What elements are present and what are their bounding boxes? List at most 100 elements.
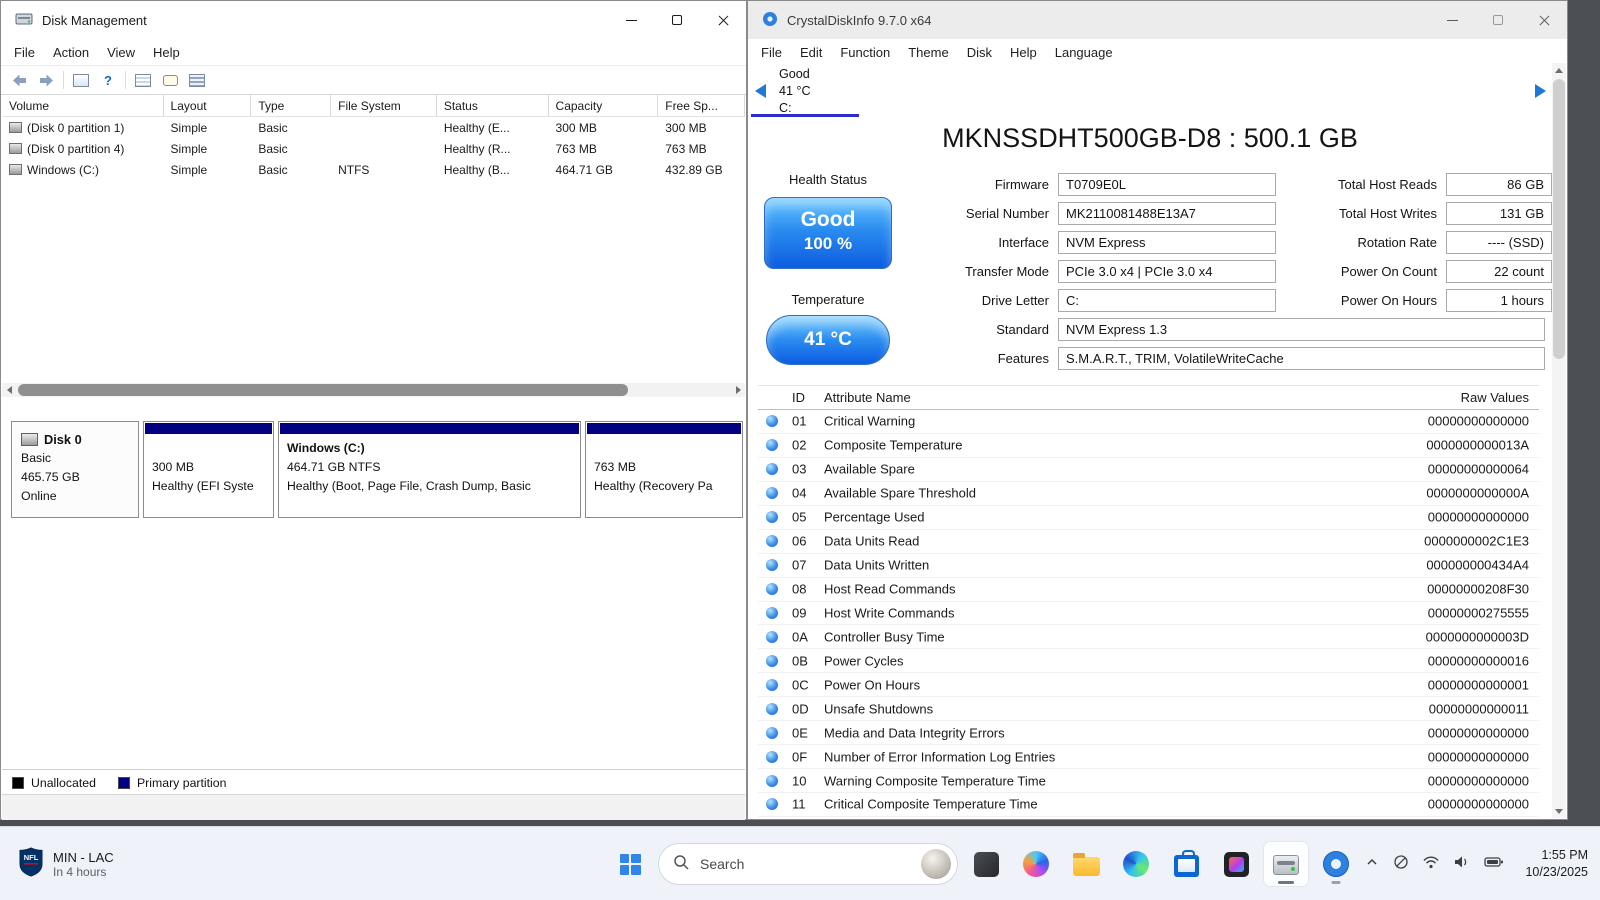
smart-attribute-row[interactable]: 06 Data Units Read 0000000002C1E3 [758, 530, 1539, 554]
smart-attribute-row[interactable]: 07 Data Units Written 000000000434A4 [758, 554, 1539, 578]
column-header[interactable]: Status [437, 95, 549, 116]
cdi-menu-language[interactable]: Language [1046, 41, 1122, 64]
smart-id: 01 [792, 413, 807, 429]
scrollbar-thumb[interactable] [1553, 79, 1565, 359]
console-tree-icon[interactable] [71, 69, 91, 91]
smart-attribute-row[interactable]: 0B Power Cycles 00000000000016 [758, 649, 1539, 674]
file-explorer-button[interactable] [1064, 842, 1108, 886]
partition-box[interactable]: 763 MB Healthy (Recovery Pa [585, 421, 743, 518]
microsoft-store-button[interactable] [1164, 842, 1208, 886]
volume-icon[interactable] [1453, 854, 1471, 875]
popup-help-icon[interactable] [160, 69, 180, 91]
smart-attribute-row[interactable]: 0F Number of Error Information Log Entrie… [758, 745, 1539, 770]
search-box[interactable]: Search [658, 843, 958, 885]
dm-minimize-button[interactable] [608, 1, 654, 39]
cdi-menu-theme[interactable]: Theme [899, 41, 957, 64]
start-button[interactable] [608, 842, 652, 886]
dm-horizontal-scrollbar[interactable] [2, 383, 745, 397]
smart-attribute-row[interactable]: 09 Host Write Commands 00000000275555 [758, 602, 1539, 626]
health-indicator-icon [766, 774, 778, 787]
health-status-value: Good [800, 208, 856, 231]
partition-box[interactable]: Windows (C:) 464.71 GB NTFS Healthy (Boot,… [278, 421, 581, 518]
column-header[interactable]: File System [331, 95, 437, 116]
smart-attribute-row[interactable]: 02 Composite Temperature 0000000000013A [758, 434, 1539, 458]
drive-scroll-right-icon[interactable] [1535, 84, 1546, 98]
cdi-titlebar[interactable]: CrystalDiskInfo 9.7.0 x64 [748, 1, 1567, 39]
dm-menu-help[interactable]: Help [144, 41, 189, 64]
volume-row[interactable]: (Disk 0 partition 4) Simple Basic Healthy (… [2, 138, 745, 159]
smart-attribute-row[interactable]: 0D Unsafe Shutdowns 00000000000011 [758, 697, 1539, 722]
taskbar-clock[interactable]: 1:55 PM 10/23/2025 [1525, 847, 1588, 881]
crystaldiskinfo-taskbar-button[interactable] [1314, 842, 1358, 886]
smart-attribute-row[interactable]: 05 Percentage Used 00000000000000 [758, 506, 1539, 530]
smart-attribute-row[interactable]: 03 Available Spare 00000000000064 [758, 458, 1539, 482]
disk0-info-box[interactable]: Disk 0 Basic 465.75 GB Online [11, 421, 139, 518]
back-icon[interactable] [9, 69, 29, 91]
partition-box[interactable]: 300 MB Healthy (EFI Syste [143, 421, 274, 518]
legend-item: Primary partition [117, 776, 226, 790]
cdi-close-button[interactable] [1521, 1, 1567, 39]
dm-maximize-button[interactable] [654, 1, 700, 39]
disk-management-taskbar-button[interactable] [1264, 842, 1308, 886]
scroll-left-arrow-icon[interactable] [2, 383, 16, 397]
cdi-menu-help[interactable]: Help [1001, 41, 1046, 64]
cdi-minimize-button[interactable] [1429, 1, 1475, 39]
scroll-up-arrow-icon[interactable] [1552, 63, 1566, 77]
widgets-button[interactable]: NFL MIN - LAC In 4 hours [8, 841, 124, 887]
wifi-icon[interactable] [1422, 855, 1440, 874]
column-header[interactable]: Layout [164, 95, 252, 116]
health-status-button[interactable]: Good 100 % [764, 197, 892, 269]
scroll-down-arrow-icon[interactable] [1552, 804, 1566, 818]
scroll-right-arrow-icon[interactable] [731, 383, 745, 397]
field-label: Total Host Reads [1338, 176, 1437, 192]
dm-menu-file[interactable]: File [5, 41, 44, 64]
dm-titlebar[interactable]: Disk Management [1, 1, 746, 39]
smart-attribute-row[interactable]: 08 Host Read Commands 00000000208F30 [758, 578, 1539, 602]
copilot-button[interactable] [1014, 842, 1058, 886]
smart-attribute-name: Power Cycles [824, 653, 904, 669]
edge-button[interactable] [1114, 842, 1158, 886]
column-header[interactable]: Volume [2, 95, 164, 116]
smart-attribute-row[interactable]: 0C Power On Hours 00000000000001 [758, 673, 1539, 698]
smart-attribute-row[interactable]: 0E Media and Data Integrity Errors 0000000… [758, 721, 1539, 746]
column-header[interactable]: Type [251, 95, 332, 116]
volume-row[interactable]: (Disk 0 partition 1) Simple Basic Healthy (… [2, 117, 745, 138]
smart-attribute-row[interactable]: 11 Critical Composite Temperature Time 000… [758, 793, 1539, 817]
volume-cell: Simple [164, 138, 252, 159]
temperature-button[interactable]: 41 °C [766, 315, 890, 365]
cell-text: Healthy (R... [443, 141, 511, 156]
field-value: NVM Express 1.3 [1058, 317, 1545, 341]
cdi-menu-function[interactable]: Function [831, 41, 899, 64]
do-not-disturb-icon[interactable] [1393, 854, 1409, 875]
cdi-maximize-button[interactable] [1475, 1, 1521, 39]
forward-icon[interactable] [36, 69, 56, 91]
tray-chevron-icon[interactable] [1364, 854, 1380, 875]
smart-attribute-row[interactable]: 10 Warning Composite Temperature Time 0000… [758, 769, 1539, 793]
cdi-menu-edit[interactable]: Edit [791, 41, 831, 64]
column-header[interactable]: Capacity [549, 95, 659, 116]
smart-attribute-row[interactable]: 01 Critical Warning 00000000000000 [758, 410, 1539, 434]
battery-icon[interactable] [1484, 854, 1504, 875]
smart-attribute-row[interactable]: 04 Available Spare Threshold 0000000000000… [758, 482, 1539, 506]
pinned-app-icon-2[interactable] [1214, 842, 1258, 886]
volume-row[interactable]: Windows (C:) Simple Basic NTFS Healthy (B...… [2, 159, 745, 180]
cdi-menu-disk[interactable]: Disk [958, 41, 1001, 64]
cdi-vertical-scrollbar[interactable] [1552, 63, 1566, 818]
view-options-icon[interactable] [187, 69, 207, 91]
pinned-app-icon-1[interactable] [964, 842, 1008, 886]
smart-attribute-row[interactable]: 0A Controller Busy Time 0000000000003D [758, 625, 1539, 650]
search-highlight-image[interactable] [921, 849, 951, 879]
help-icon[interactable]: ? [98, 69, 118, 91]
cdi-menu-file[interactable]: File [752, 41, 791, 64]
dm-menu-action[interactable]: Action [44, 41, 98, 64]
column-header[interactable]: Free Sp... [658, 95, 745, 116]
scrollbar-thumb[interactable] [18, 384, 628, 396]
disk-list-view-icon[interactable] [133, 69, 153, 91]
field-label: Firmware [994, 176, 1049, 192]
smart-header-name: Attribute Name [824, 390, 911, 405]
drive-tab-c[interactable]: Good 41 °C C: [751, 63, 859, 117]
dm-menu-view[interactable]: View [98, 41, 144, 64]
health-status-percent: 100 % [803, 234, 853, 253]
mid-field-row: Transfer Mode PCIe 3.0 x4 | PCIe 3.0 x4 [898, 259, 1276, 283]
dm-close-button[interactable] [700, 1, 746, 39]
